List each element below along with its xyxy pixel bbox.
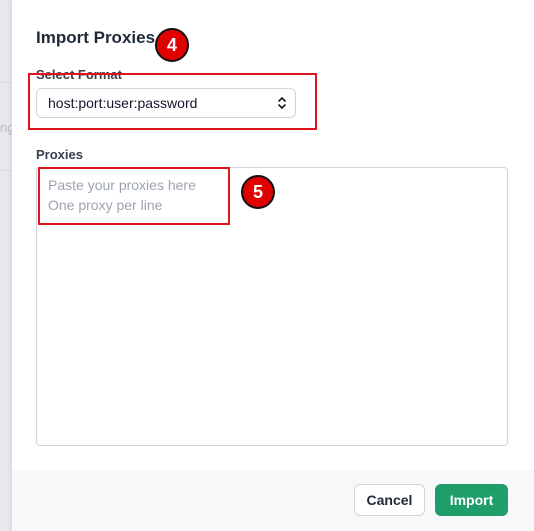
annotation-highlight-select (28, 73, 317, 130)
background-divider (0, 170, 12, 171)
proxies-label: Proxies (36, 147, 83, 162)
background-divider (0, 82, 12, 83)
annotation-highlight-textarea (38, 167, 230, 225)
import-button[interactable]: Import (435, 484, 508, 516)
step-badge-4: 4 (155, 28, 189, 62)
modal-footer: Cancel Import (12, 470, 534, 531)
cancel-button[interactable]: Cancel (354, 484, 425, 516)
import-proxies-modal: Import Proxies 4 Select Format host:port… (12, 0, 534, 531)
step-badge-5: 5 (241, 175, 275, 209)
modal-title: Import Proxies (36, 28, 156, 47)
